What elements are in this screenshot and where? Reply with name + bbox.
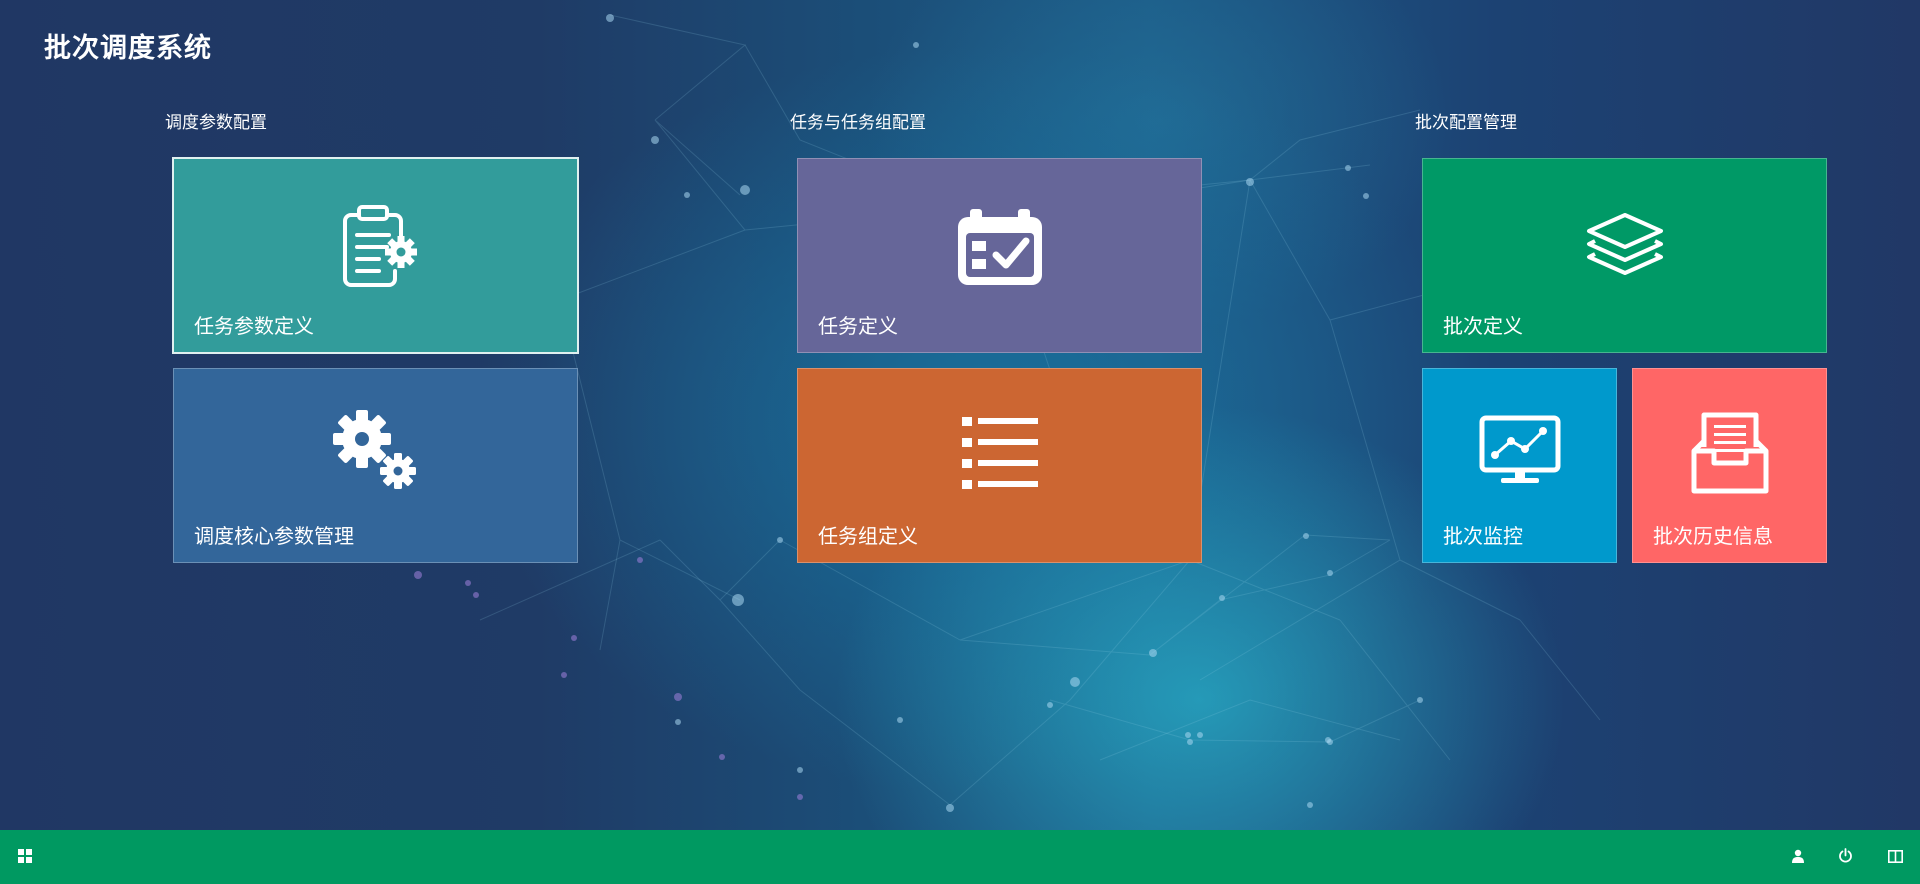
start-button[interactable]	[3, 830, 47, 884]
power-icon	[1838, 847, 1853, 867]
tile-label: 批次历史信息	[1653, 524, 1773, 548]
desktop: 批次调度系统 调度参数配置 任务与任务组配置 批次配置管理 任务参数定义 调度核…	[0, 0, 1920, 884]
tile-label: 批次定义	[1443, 314, 1523, 338]
user-button[interactable]	[1776, 830, 1820, 884]
tile-batch-history[interactable]: 批次历史信息	[1632, 368, 1827, 563]
clipboard-gear-icon	[331, 199, 421, 293]
tile-task-group-definition[interactable]: 任务组定义	[797, 368, 1202, 563]
tile-label: 任务参数定义	[194, 314, 314, 338]
user-icon	[1791, 848, 1805, 867]
app-title: 批次调度系统	[44, 33, 212, 64]
tile-task-param-definition[interactable]: 任务参数定义	[172, 157, 579, 354]
layout-icon	[1887, 848, 1903, 867]
list-icon	[961, 415, 1038, 495]
section-title-batch-config: 批次配置管理	[1415, 113, 1517, 133]
tile-label: 批次监控	[1443, 524, 1523, 548]
power-button[interactable]	[1823, 830, 1867, 884]
tile-label: 任务定义	[818, 314, 898, 338]
calendar-check-icon	[956, 207, 1044, 291]
tile-label: 任务组定义	[818, 524, 918, 548]
tile-task-definition[interactable]: 任务定义	[797, 158, 1202, 353]
windows-icon	[18, 848, 32, 867]
inbox-icon	[1690, 411, 1770, 499]
tile-batch-monitor[interactable]: 批次监控	[1422, 368, 1617, 563]
layout-toggle-button[interactable]	[1873, 830, 1917, 884]
tile-batch-definition[interactable]: 批次定义	[1422, 158, 1827, 353]
taskbar	[0, 830, 1920, 884]
section-title-scheduling-params: 调度参数配置	[165, 113, 267, 133]
tile-label: 调度核心参数管理	[194, 524, 354, 548]
monitor-chart-icon	[1479, 415, 1561, 491]
layers-icon	[1585, 211, 1665, 283]
tile-core-param-management[interactable]: 调度核心参数管理	[173, 368, 578, 563]
gears-icon	[332, 409, 420, 497]
section-title-task-config: 任务与任务组配置	[790, 113, 926, 133]
